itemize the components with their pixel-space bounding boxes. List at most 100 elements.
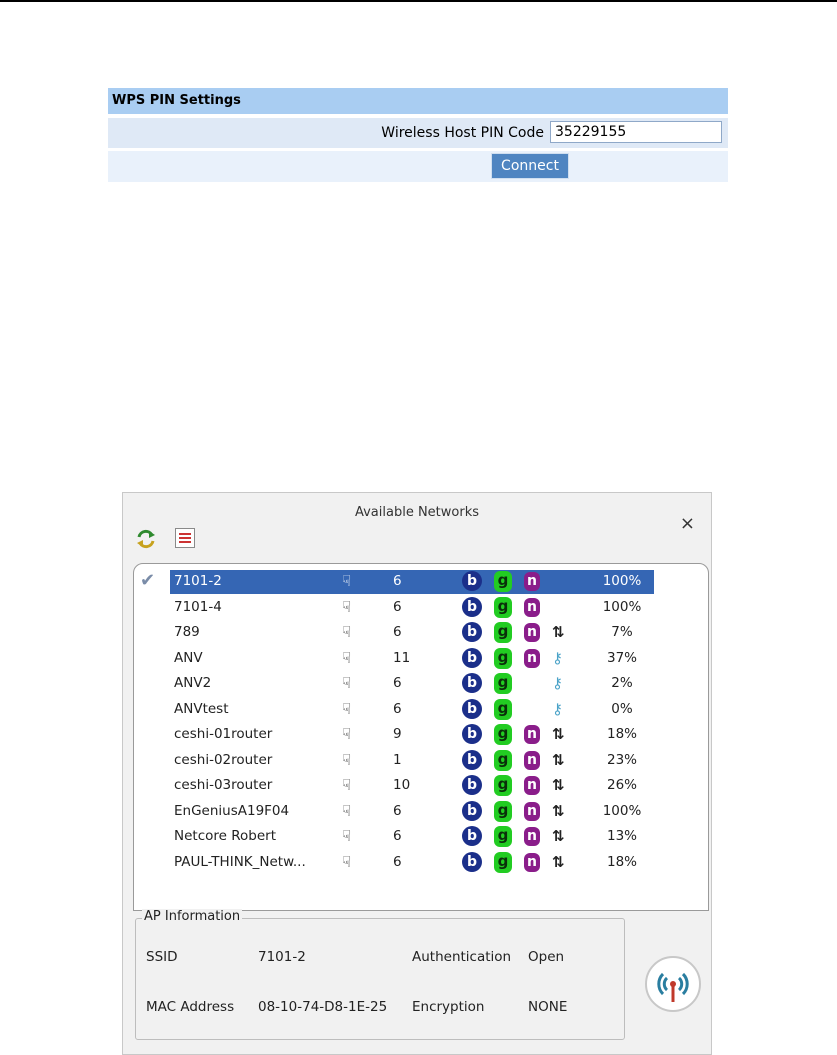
network-row[interactable]: PAUL-THINK_Netw... ☟ 6 b g n ⇅ 18% (134, 851, 708, 875)
mode-g-icon: g (494, 596, 512, 618)
network-signal: 0% (611, 700, 633, 717)
network-row[interactable]: ANV2 ☟ 6 b g ⚷ 2% (134, 672, 708, 696)
authentication-label: Authentication (412, 949, 512, 965)
network-ssid: ANVtest (174, 700, 229, 717)
wireless-antenna-icon (657, 972, 689, 1002)
network-signal: 18% (606, 726, 637, 742)
network-channel: 1 (393, 751, 402, 768)
network-ssid: 7101-4 (174, 598, 222, 615)
network-channel: 11 (393, 649, 411, 666)
mode-n-icon: n (524, 801, 540, 821)
mode-n-icon: n (524, 827, 540, 846)
mode-g-icon: g (494, 647, 512, 669)
signal-hand-icon: ☟ (342, 827, 352, 845)
wps-icon: ⇅ (552, 801, 565, 820)
signal-hand-icon: ☟ (342, 852, 352, 871)
mode-n-icon: n (524, 572, 540, 591)
mode-b-icon: b (462, 596, 482, 617)
network-list[interactable]: ✔ 7101-2 ☟ 6 b g n 100% 7101-4 ☟ 6 b g n 100% 789 ☟ 6 b g n ⇅… (133, 563, 709, 911)
pin-code-input[interactable] (550, 121, 722, 143)
mac-address-value: 08-10-74-D8-1E-25 (258, 999, 388, 1015)
network-row[interactable]: ✔ 7101-2 ☟ 6 b g n 100% (134, 570, 708, 594)
mode-g-icon: g (494, 698, 512, 720)
mode-b-icon: b (462, 800, 482, 821)
ap-information-group: AP Information SSID 7101-2 Authenticatio… (135, 909, 625, 1040)
network-ssid: ANV2 (174, 675, 212, 691)
mode-g-icon: g (494, 673, 512, 694)
network-row[interactable]: Netcore Robert ☟ 6 b g n ⇅ 13% (134, 825, 708, 849)
network-ssid: ceshi-03router (174, 777, 273, 793)
connected-check-icon: ✔ (140, 570, 156, 591)
network-channel: 6 (393, 700, 402, 717)
mode-g-icon: g (494, 826, 512, 847)
mode-n-icon: n (524, 623, 540, 642)
refresh-icon[interactable] (135, 528, 157, 550)
signal-hand-icon: ☟ (342, 750, 352, 769)
mode-n-icon: n (524, 750, 540, 770)
wps-icon: ⇅ (552, 623, 565, 641)
network-channel: 6 (393, 853, 402, 870)
page-top-rule (0, 0, 837, 2)
close-icon[interactable]: × (680, 513, 695, 534)
mode-b-icon: b (462, 851, 482, 872)
wireless-connect-button[interactable] (645, 956, 701, 1012)
key-icon: ⚷ (552, 648, 563, 667)
available-networks-window: Available Networks × ✔ 7101-2 ☟ 6 b g n 100% 710… (122, 492, 712, 1055)
mode-n-icon: n (524, 648, 540, 668)
wps-icon: ⇅ (552, 750, 565, 769)
mode-b-icon: b (462, 698, 482, 719)
network-row[interactable]: EnGeniusA19F04 ☟ 6 b g n ⇅ 100% (134, 800, 708, 824)
network-row[interactable]: ANV ☟ 11 b g n ⚷ 37% (134, 647, 708, 671)
window-title: Available Networks (354, 505, 480, 520)
network-ssid: 789 (174, 624, 200, 640)
mode-g-icon: g (494, 851, 512, 873)
network-channel: 6 (393, 675, 402, 691)
connect-row: Connect (108, 151, 728, 182)
mode-g-icon: g (494, 571, 512, 592)
network-signal: 13% (606, 828, 637, 844)
signal-hand-icon: ☟ (342, 623, 352, 641)
mode-b-icon: b (462, 622, 482, 642)
mode-b-icon: b (462, 571, 482, 591)
network-signal: 37% (606, 649, 637, 666)
signal-hand-icon: ☟ (342, 801, 352, 820)
signal-hand-icon: ☟ (342, 674, 352, 692)
mode-n-icon: n (524, 852, 540, 872)
connect-button[interactable]: Connect (491, 153, 569, 179)
signal-hand-icon: ☟ (342, 776, 352, 794)
pin-code-label: Wireless Host PIN Code (381, 125, 544, 141)
network-signal: 7% (611, 624, 633, 640)
network-channel: 6 (393, 598, 402, 615)
network-row[interactable]: ceshi-01router ☟ 9 b g n ⇅ 18% (134, 723, 708, 747)
mode-b-icon: b (462, 673, 482, 693)
ssid-label: SSID (146, 949, 178, 965)
network-row[interactable]: 789 ☟ 6 b g n ⇅ 7% (134, 621, 708, 645)
wps-icon: ⇅ (552, 776, 565, 794)
signal-hand-icon: ☟ (342, 572, 352, 590)
network-signal: 18% (606, 853, 637, 870)
network-ssid: EnGeniusA19F04 (174, 802, 290, 819)
wps-panel-title: WPS PIN Settings (108, 88, 728, 114)
mode-g-icon: g (494, 622, 512, 643)
network-channel: 6 (393, 624, 402, 640)
network-row[interactable]: ceshi-02router ☟ 1 b g n ⇅ 23% (134, 749, 708, 773)
ssid-value: 7101-2 (258, 949, 306, 965)
network-signal: 23% (606, 751, 637, 768)
mode-b-icon: b (462, 826, 482, 846)
network-row[interactable]: ceshi-03router ☟ 10 b g n ⇅ 26% (134, 774, 708, 798)
wps-icon: ⇅ (552, 852, 565, 871)
network-ssid: PAUL-THINK_Netw... (174, 853, 306, 870)
network-channel: 6 (393, 828, 402, 844)
encryption-label: Encryption (412, 999, 485, 1015)
network-ssid: Netcore Robert (174, 828, 276, 844)
network-ssid: 7101-2 (174, 573, 222, 589)
mode-g-icon: g (494, 749, 512, 771)
wps-icon: ⇅ (552, 827, 565, 845)
network-row[interactable]: ANVtest ☟ 6 b g ⚷ 0% (134, 698, 708, 722)
mode-g-icon: g (494, 775, 512, 796)
network-row[interactable]: 7101-4 ☟ 6 b g n 100% (134, 596, 708, 620)
mode-g-icon: g (494, 724, 512, 745)
wps-pin-panel: WPS PIN Settings Wireless Host PIN Code … (108, 88, 728, 184)
network-signal: 26% (606, 777, 637, 793)
list-view-icon[interactable] (175, 528, 195, 548)
